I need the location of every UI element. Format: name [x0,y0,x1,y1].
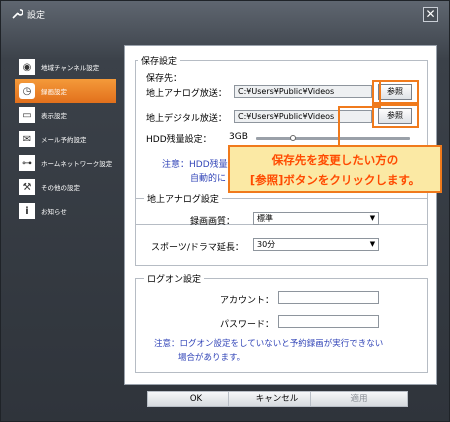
password-label: パスワード： [220,320,275,330]
settings-window: 設定 ✕ ◉ 地域チャンネル設定 ◷ 録画設定 ▭ 表示設定 ✉ メール予約設定… [0,0,450,422]
browse-digital-button[interactable]: 参照 [378,108,412,124]
sidebar: ◉ 地域チャンネル設定 ◷ 録画設定 ▭ 表示設定 ✉ メール予約設定 ⊶ ホー… [9,51,116,223]
hdd-label: HDD残量設定： [146,135,212,145]
hdd-note-line2: 自動的に [190,174,227,184]
sidebar-item-label: 録画設定 [41,88,67,96]
close-icon: ✕ [425,7,436,21]
sidebar-item-label: ホームネットワーク設定 [41,160,113,168]
hdd-slider-thumb[interactable] [290,135,296,141]
browse-analog-button[interactable]: 参照 [378,84,412,100]
callout-connector-h [338,106,381,108]
logon-group: ログオン設定 アカウント： パスワード： 注意：ログオン設定をしていないと予約録… [135,272,428,373]
group-label: 保存設定 [138,54,181,67]
hdd-note-line1: 注意：HDD残量 [162,160,228,170]
sidebar-item-label: 表示設定 [41,112,67,120]
password-input[interactable] [278,315,379,328]
sidebar-item-display[interactable]: ▭ 表示設定 [9,103,116,127]
apply-button[interactable]: 適用 [310,391,408,407]
digital-path-field[interactable]: C:¥Users¥Public¥Videos [234,110,372,123]
hdd-value: 3GB [229,132,248,142]
settings-panel: 保存設定 保存先： 地上アナログ放送： C:¥Users¥Public¥Vide… [124,45,437,385]
dest-label: 保存先： [146,74,183,84]
group-label: 地上アナログ設定 [144,192,222,205]
chevron-down-icon: ▼ [369,240,376,248]
callout-connector-v2 [379,81,381,108]
title-bar: 設定 [1,1,449,27]
display-icon: ▭ [19,107,35,123]
hdd-slider[interactable] [256,137,410,140]
sidebar-item-label: お知らせ [41,208,67,216]
logon-note-line2: 場合があります。 [178,353,246,363]
sidebar-item-label: メール予約設定 [41,136,87,144]
satellite-icon: ◉ [19,59,35,75]
info-icon: i [19,203,35,219]
sidebar-item-label: その他の設定 [41,184,80,192]
account-label: アカウント： [220,296,275,306]
instruction-callout: 保存先を変更したい方の [参照]ボタンをクリックします。 [228,145,442,193]
analog-dest-label: 地上アナログ放送： [146,89,227,99]
group-label: ログオン設定 [144,272,205,285]
extension-label: スポーツ/ドラマ延長： [151,243,244,253]
mail-icon: ✉ [19,131,35,147]
wrench-icon [12,9,23,19]
quality-value: 標準 [257,214,273,223]
close-button[interactable]: ✕ [423,7,438,22]
record-icon: ◷ [19,83,35,99]
wrench-icon: ⚒ [19,179,35,195]
logon-note-line1: 注意：ログオン設定をしていないと予約録画が実行できない [154,339,384,349]
window-title: 設定 [27,10,46,21]
sidebar-item-info[interactable]: i お知らせ [9,199,116,223]
chevron-down-icon: ▼ [369,214,376,222]
network-icon: ⊶ [19,155,35,171]
callout-connector-v [338,106,340,146]
analog-path-field[interactable]: C:¥Users¥Public¥Videos [234,85,372,98]
quality-label: 録画画質： [190,217,236,227]
extension-select[interactable]: 30分 ▼ [253,238,379,251]
digital-dest-label: 地上デジタル放送： [146,114,227,124]
quality-select[interactable]: 標準 ▼ [253,212,379,225]
sidebar-item-network[interactable]: ⊶ ホームネットワーク設定 [9,151,116,175]
sidebar-item-mail[interactable]: ✉ メール予約設定 [9,127,116,151]
analog-group: 地上アナログ設定 録画画質： 標準 ▼ スポーツ/ドラマ延長： 30分 ▼ [135,192,428,266]
account-input[interactable] [278,291,379,304]
sidebar-item-other[interactable]: ⚒ その他の設定 [9,175,116,199]
sidebar-item-recording[interactable]: ◷ 録画設定 [15,79,116,103]
extension-value: 30分 [257,240,276,249]
callout-line1: 保存先を変更したい方の [271,153,399,167]
callout-line2: [参照]ボタンをクリックします。 [249,173,421,187]
sidebar-item-channel[interactable]: ◉ 地域チャンネル設定 [9,55,116,79]
sidebar-item-label: 地域チャンネル設定 [41,64,100,72]
